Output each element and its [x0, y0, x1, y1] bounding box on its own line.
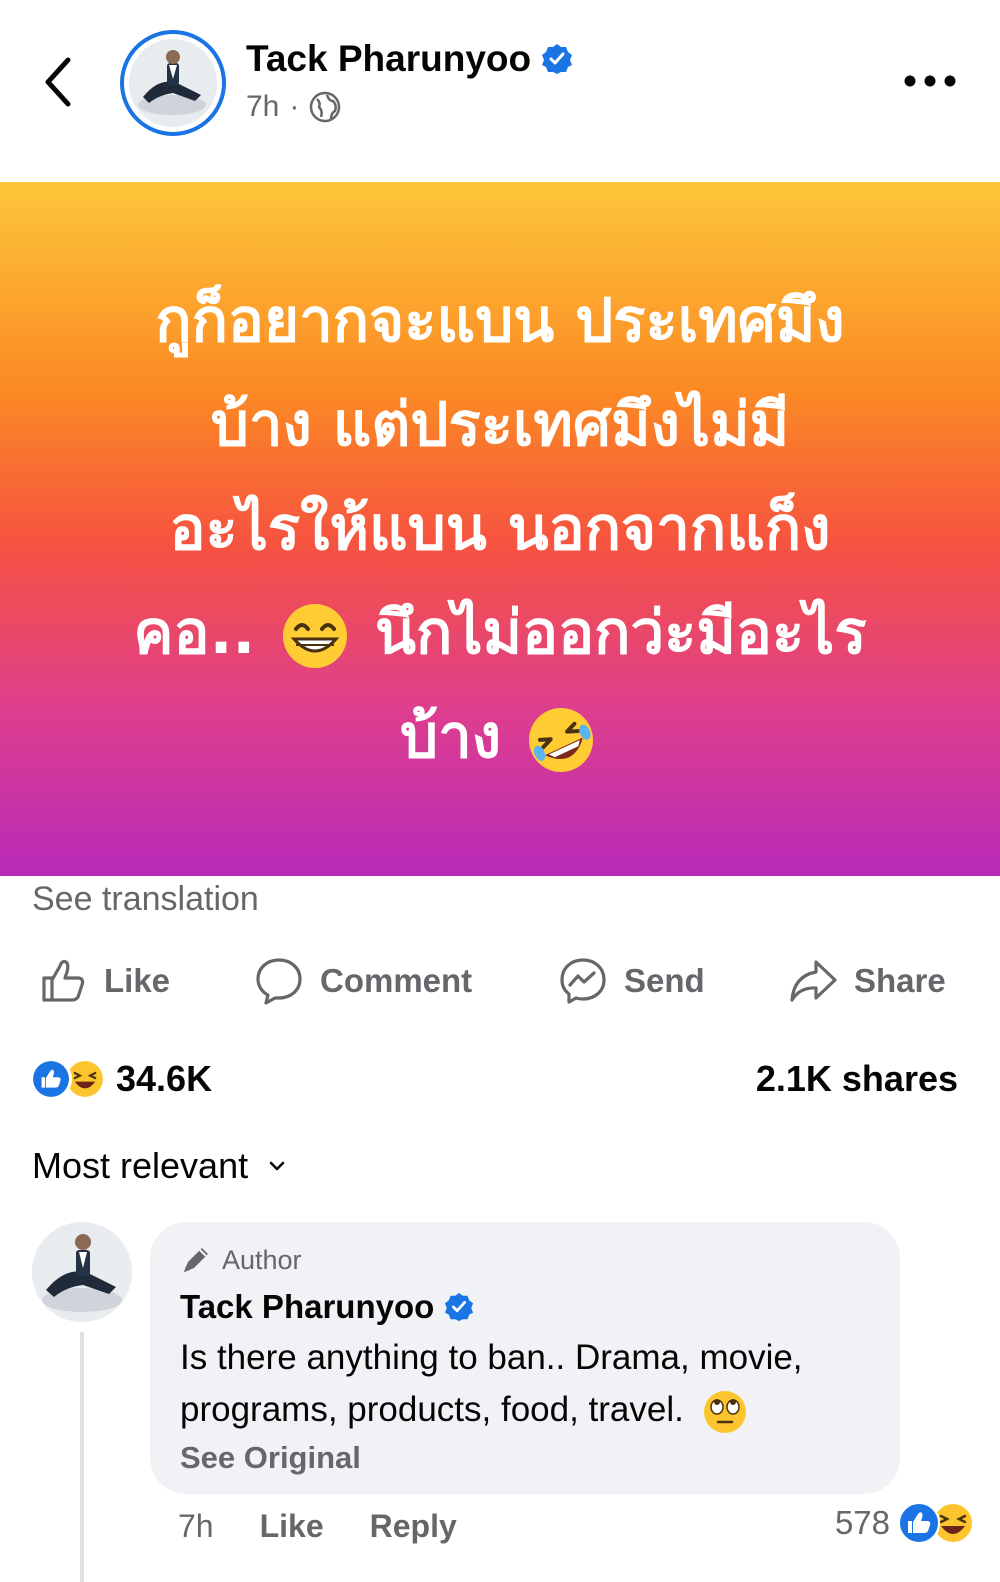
author-name-row: Tack Pharunyoo [246, 38, 573, 80]
comment-text-line: programs, products, food, travel. [180, 1384, 870, 1436]
author-name[interactable]: Tack Pharunyoo [246, 38, 531, 80]
post-text-line: บ้าง [70, 685, 930, 789]
author-badge-label: Author [222, 1244, 302, 1275]
like-button[interactable]: Like [38, 945, 170, 1017]
see-original-link[interactable]: See Original [180, 1440, 870, 1476]
post-header: Tack Pharunyoo 7h · [0, 0, 1000, 180]
comment-reactions[interactable]: 578 [835, 1502, 974, 1544]
rofl-emoji-icon [528, 708, 593, 773]
meta-separator: · [289, 90, 300, 123]
like-reaction-icon [30, 1058, 72, 1100]
commenter-name-row: Tack Pharunyoo [180, 1288, 870, 1326]
comment-time: 7h [178, 1508, 214, 1544]
like-label: Like [104, 962, 171, 999]
post-text-segment: นึกไม่ออกว่ะมีอะไร [374, 598, 867, 668]
author-badge: Author [180, 1242, 870, 1278]
thumbs-up-icon [42, 959, 85, 1002]
commenter-avatar[interactable] [32, 1222, 132, 1322]
see-translation-link[interactable]: See translation [32, 880, 259, 919]
commenter-name[interactable]: Tack Pharunyoo [180, 1288, 434, 1326]
post-action-bar: Like Comment Send Share [0, 945, 1000, 1025]
post-text-line: บ้าง แต่ประเทศมึงไม่มี [210, 390, 790, 460]
reply-thread-line [80, 1332, 84, 1582]
back-arrow-icon [45, 57, 71, 107]
send-button[interactable]: Send [558, 945, 705, 1017]
more-options-button[interactable] [902, 64, 958, 98]
comment-reaction-count: 578 [834, 1504, 890, 1541]
reaction-count: 34.6K [116, 1058, 213, 1099]
post-background: กูก็อยากจะแบน ประเทศมึง บ้าง แต่ประเทศมึ… [0, 182, 1000, 876]
comment-meta: 7h Like Reply [178, 1508, 457, 1545]
comment-bubble-icon [256, 958, 302, 1005]
comment-reply-button[interactable]: Reply [370, 1508, 457, 1545]
comment-button[interactable]: Comment [254, 945, 472, 1017]
share-arrow-icon [790, 960, 837, 1002]
comment-like-button[interactable]: Like [260, 1508, 324, 1545]
eye-roll-emoji-icon [703, 1390, 746, 1433]
post-time: 7h [246, 90, 280, 123]
author-avatar[interactable] [120, 30, 226, 136]
send-label: Send [624, 962, 705, 999]
comment-label: Comment [320, 962, 473, 999]
share-button[interactable]: Share [788, 945, 946, 1017]
verified-badge-icon [445, 1292, 474, 1322]
comment-text: Is there anything to ban.. Drama, movie,… [180, 1332, 870, 1436]
post-text-line: กูก็อยากจะแบน ประเทศมึง [155, 286, 845, 356]
post-text-segment: คอ.. [133, 598, 256, 668]
comment-bubble: Author Tack Pharunyoo Is there anything … [150, 1222, 900, 1494]
post-text-segment: บ้าง [400, 702, 502, 772]
back-button[interactable] [38, 52, 82, 112]
share-label: Share [854, 962, 946, 999]
messenger-icon [560, 958, 606, 1004]
more-dots-icon [904, 75, 956, 87]
comment-sort-dropdown[interactable]: Most relevant [32, 1145, 286, 1187]
post-text: กูก็อยากจะแบน ประเทศมึง บ้าง แต่ประเทศมึ… [70, 269, 930, 789]
chevron-down-icon [269, 1161, 285, 1171]
share-count[interactable]: 2.1K shares [756, 1058, 958, 1100]
avatar-photo [129, 39, 217, 127]
like-reaction-icon [898, 1502, 940, 1544]
post-meta: 7h · [246, 90, 341, 124]
comment-text-line: Is there anything to ban.. Drama, movie, [180, 1338, 803, 1377]
reaction-summary[interactable]: 34.6K [30, 1058, 212, 1100]
globe-icon [310, 91, 341, 123]
post-text-line: อะไรให้แบน นอกจากแก็ง [169, 494, 831, 564]
pen-icon [184, 1248, 208, 1272]
sort-label: Most relevant [32, 1145, 249, 1186]
comment-text-segment: programs, products, food, travel. [180, 1390, 684, 1429]
comment-reaction-icons [898, 1502, 974, 1544]
verified-badge-icon [542, 44, 573, 74]
grinning-emoji-icon [283, 604, 348, 669]
post-text-line: คอ.. นึกไม่ออกว่ะมีอะไร [70, 581, 930, 685]
